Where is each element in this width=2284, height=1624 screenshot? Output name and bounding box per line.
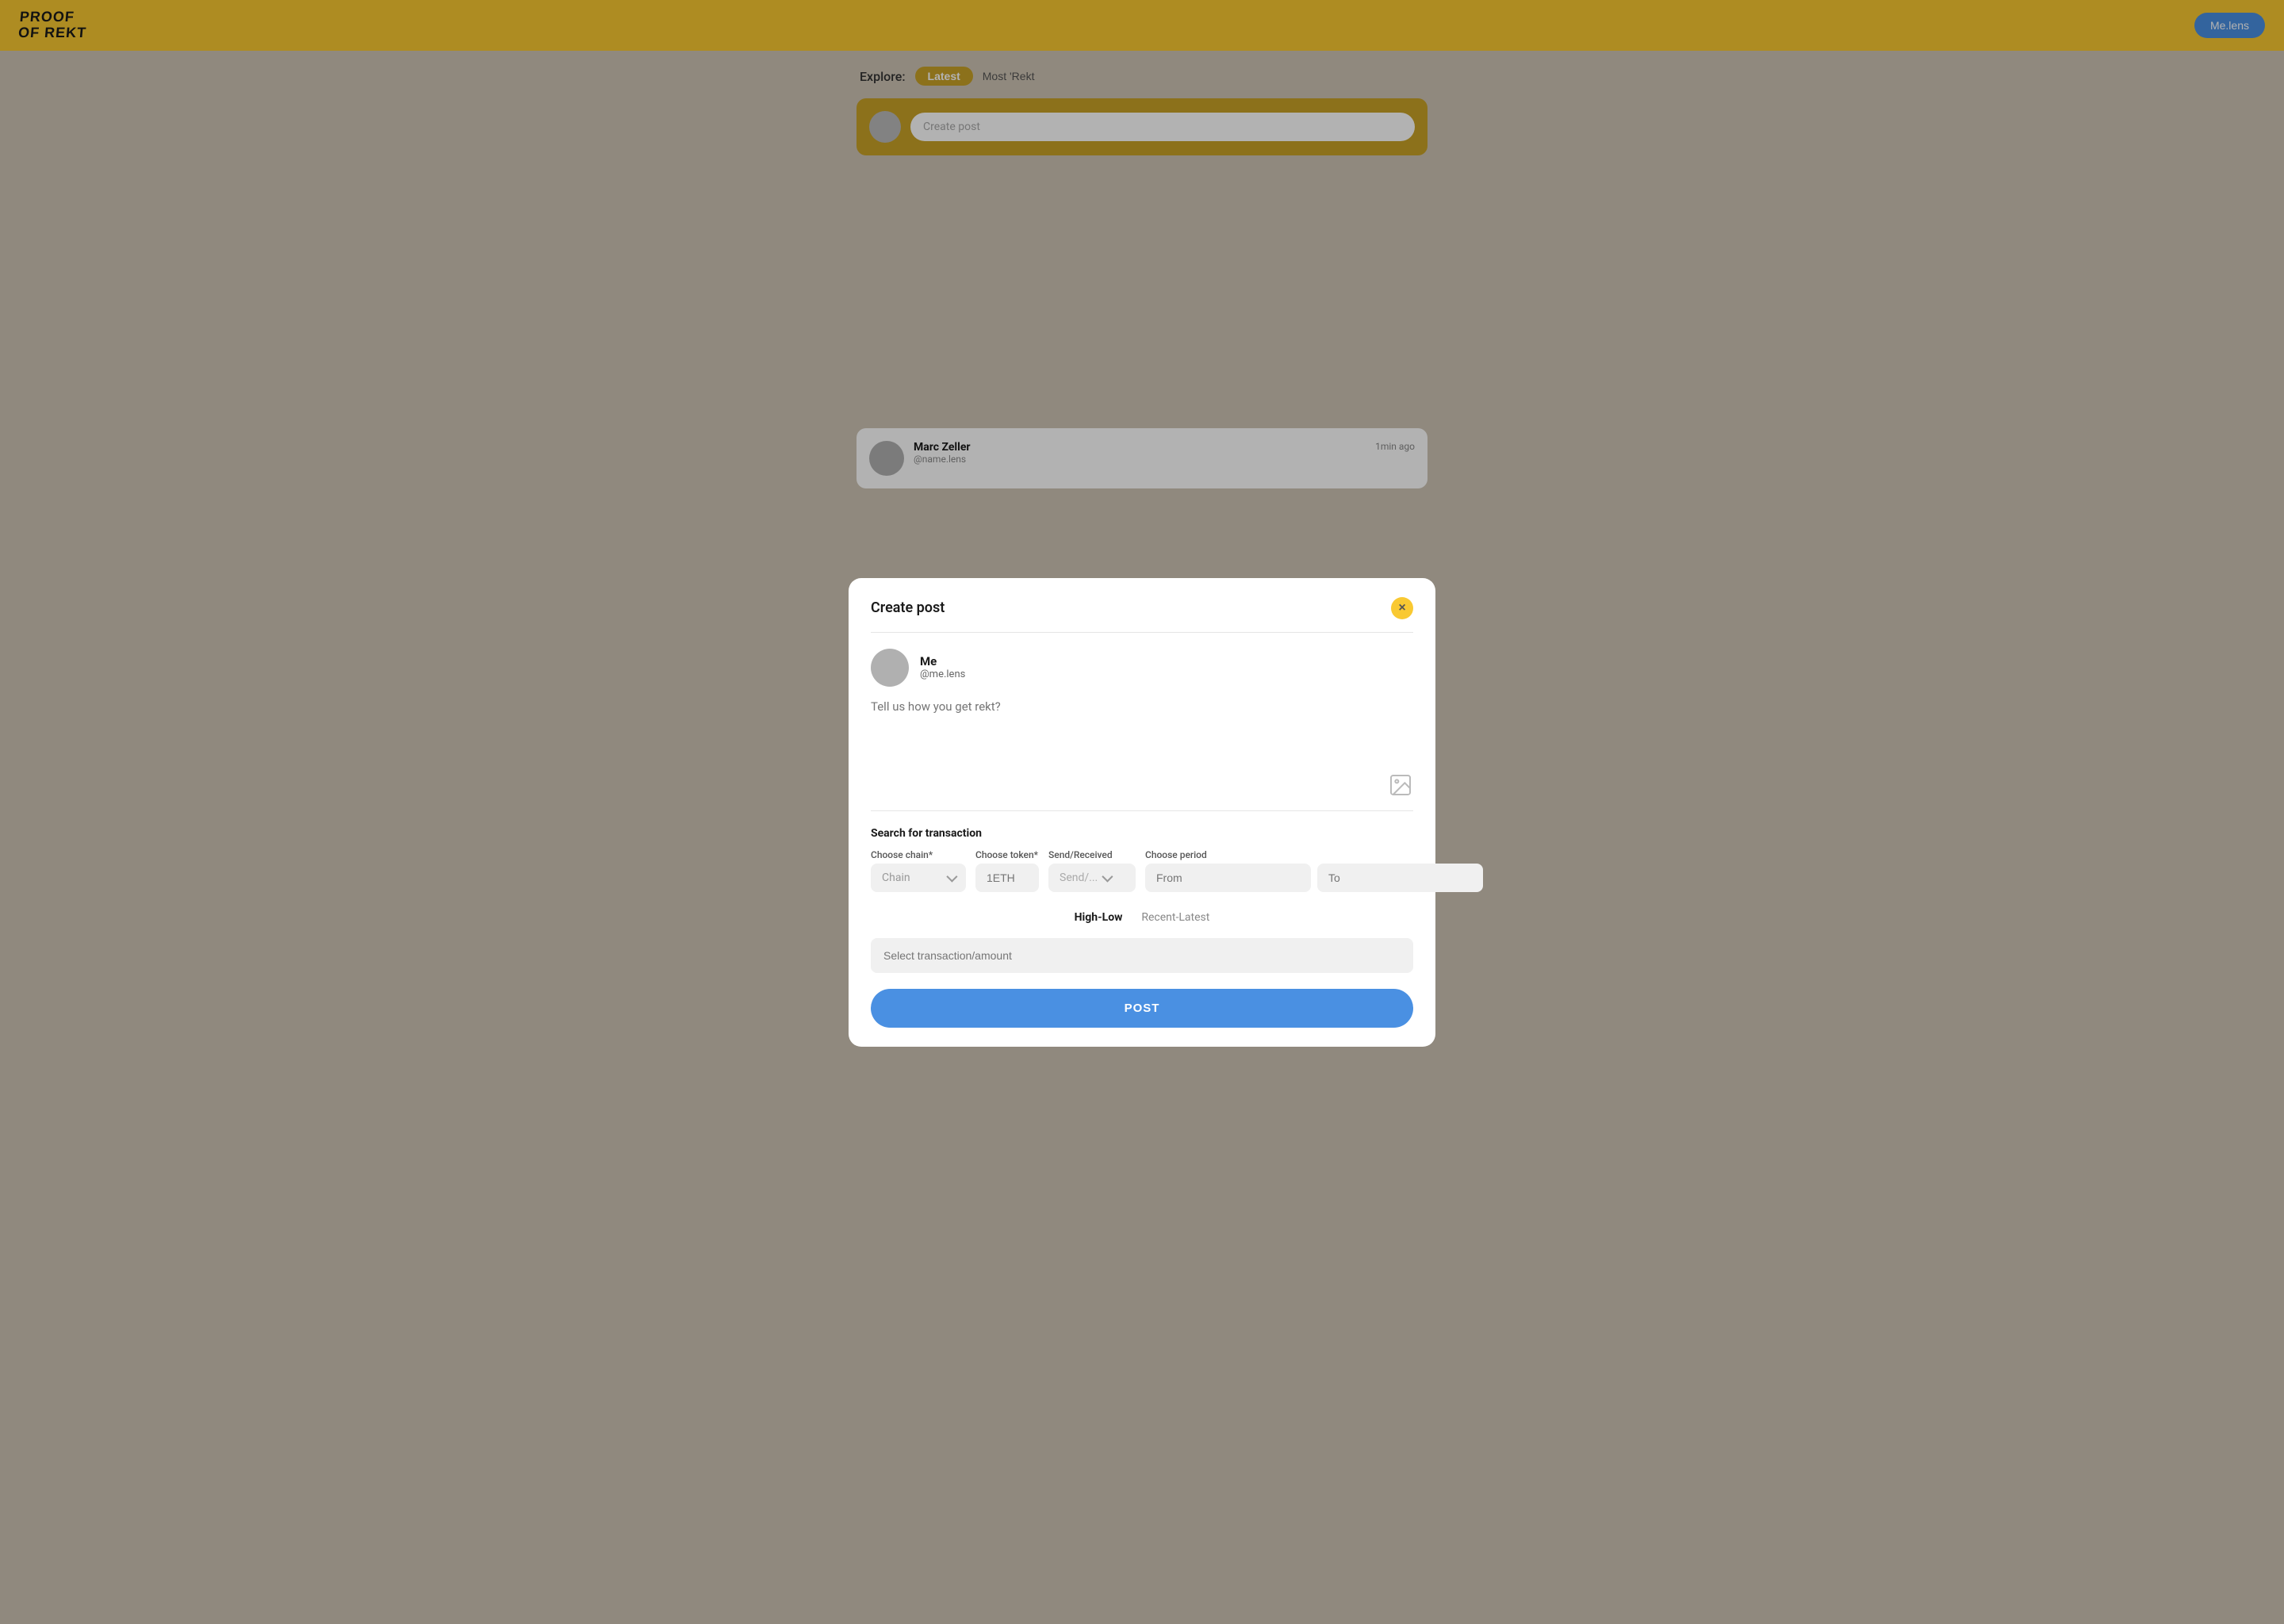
period-label: Choose period xyxy=(1145,849,1483,860)
send-received-label: Send/Received xyxy=(1048,849,1136,860)
chain-label: Choose chain* xyxy=(871,849,966,860)
sort-tabs: High-Low Recent-Latest xyxy=(871,908,1413,927)
token-group: Choose token* xyxy=(975,849,1039,892)
chevron-down-icon xyxy=(946,871,957,882)
chain-select[interactable]: Chain xyxy=(871,864,966,892)
post-button[interactable]: POST xyxy=(871,989,1413,1028)
image-icon[interactable] xyxy=(1388,772,1413,798)
create-post-modal: Create post × Me @me.lens Search for tra… xyxy=(849,578,1435,1047)
transaction-input[interactable] xyxy=(871,938,1413,973)
modal-overlay: Create post × Me @me.lens Search for tra… xyxy=(0,0,2284,1624)
send-received-group: Send/Received Send/... xyxy=(1048,849,1136,892)
token-label: Choose token* xyxy=(975,849,1039,860)
user-handle: @me.lens xyxy=(920,668,965,680)
token-input[interactable] xyxy=(975,864,1039,892)
to-input[interactable] xyxy=(1317,864,1483,892)
modal-header: Create post × xyxy=(871,597,1413,633)
user-name: Me xyxy=(920,654,965,668)
modal-title: Create post xyxy=(871,599,945,616)
chevron-down-icon xyxy=(1102,871,1113,882)
form-row: Choose chain* Chain Choose token* Send/R… xyxy=(871,849,1413,892)
sort-tab-high-low[interactable]: High-Low xyxy=(1075,908,1123,927)
chain-group: Choose chain* Chain xyxy=(871,849,966,892)
search-section-title: Search for transaction xyxy=(871,827,1413,840)
post-textarea[interactable] xyxy=(871,699,1413,763)
send-received-placeholder: Send/... xyxy=(1060,871,1098,884)
period-group: Choose period xyxy=(1145,849,1483,892)
avatar xyxy=(871,649,909,687)
sort-tab-recent-latest[interactable]: Recent-Latest xyxy=(1141,908,1209,927)
media-row xyxy=(871,772,1413,811)
period-inputs xyxy=(1145,864,1483,892)
modal-user: Me @me.lens xyxy=(871,649,1413,687)
close-button[interactable]: × xyxy=(1391,597,1413,619)
send-received-select[interactable]: Send/... xyxy=(1048,864,1136,892)
chain-placeholder: Chain xyxy=(882,871,910,884)
user-info: Me @me.lens xyxy=(920,654,965,680)
search-section: Search for transaction Choose chain* Cha… xyxy=(871,827,1413,892)
from-input[interactable] xyxy=(1145,864,1311,892)
